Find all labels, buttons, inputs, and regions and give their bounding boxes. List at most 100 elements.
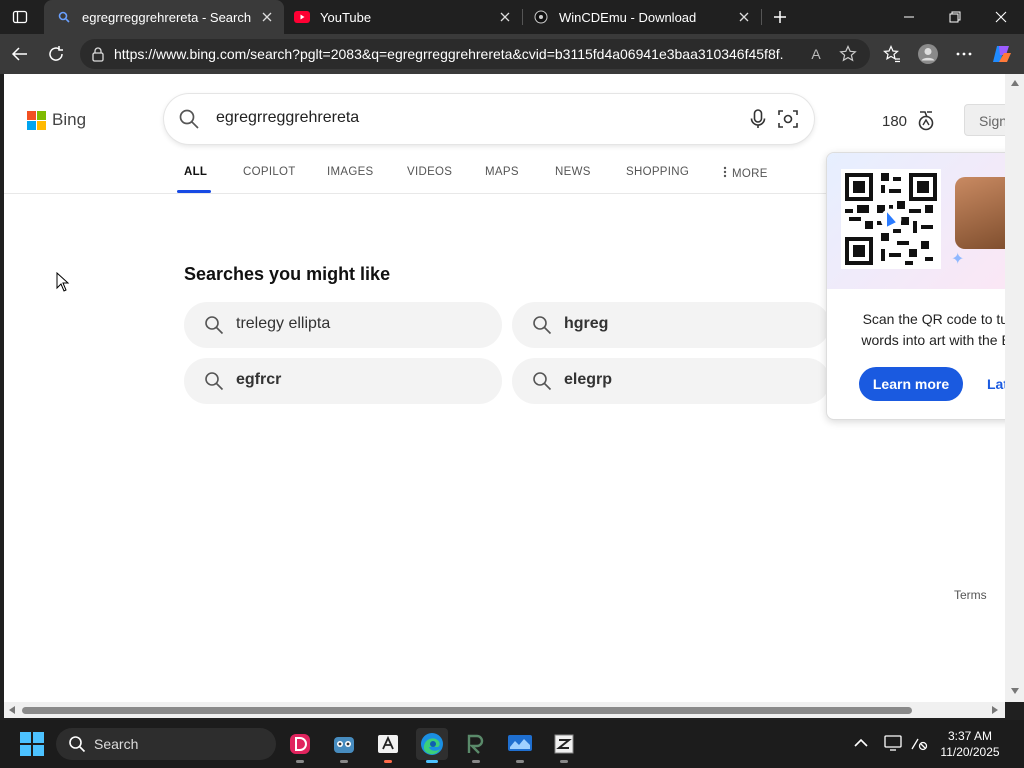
taskbar-app-davinci[interactable] xyxy=(284,728,316,763)
taskbar-app-r[interactable] xyxy=(460,728,492,763)
learn-more-button[interactable]: Learn more xyxy=(859,367,963,401)
tab-bing-search[interactable]: egregrreggrehrereta - Search xyxy=(44,0,284,34)
scope-news[interactable]: NEWS xyxy=(555,166,591,178)
new-tab-button[interactable] xyxy=(769,6,791,28)
rewards-button[interactable]: 180 xyxy=(882,110,937,132)
scope-all[interactable]: ALL xyxy=(184,166,207,178)
read-aloud-icon: A xyxy=(811,46,821,62)
taskbar-app-winrar[interactable] xyxy=(548,728,580,763)
search-icon xyxy=(205,316,224,335)
app-indicator xyxy=(296,760,304,763)
qr-promo-description: Scan the QR code to turr words into art … xyxy=(845,309,1005,351)
close-tab-button[interactable] xyxy=(735,8,753,26)
might-like-heading: Searches you might like xyxy=(184,264,391,284)
network-off-icon xyxy=(911,738,928,751)
scope-images[interactable]: IMAGES xyxy=(327,166,374,178)
search-icon xyxy=(69,736,86,753)
system-clock[interactable]: 3:37 AM 11/20/2025 xyxy=(930,728,1010,760)
sparkle-icon: ✦ xyxy=(951,251,965,268)
tab-title: egregrreggrehrereta - Search xyxy=(82,9,252,25)
rewards-points: 180 xyxy=(882,112,908,130)
address-bar[interactable]: https://www.bing.com/search?pglt=2083&q=… xyxy=(80,39,870,69)
copilot-button[interactable] xyxy=(990,42,1014,66)
horizontal-scrollbar[interactable] xyxy=(4,702,1005,718)
suggestion-text: hgreg xyxy=(564,315,609,332)
read-aloud-button[interactable]: A xyxy=(806,44,826,64)
more-dots-icon xyxy=(956,52,972,56)
terms-link[interactable]: Terms xyxy=(954,588,987,602)
scope-shopping[interactable]: SHOPPING xyxy=(626,166,689,178)
suggestion-text: elegrp xyxy=(564,371,613,388)
taskbar-app-godot[interactable] xyxy=(328,728,360,763)
scope-videos[interactable]: VIDEOS xyxy=(407,166,452,178)
tray-device-button[interactable] xyxy=(882,732,904,754)
suggestion-chip[interactable]: elegrp xyxy=(512,358,830,404)
scroll-left-icon[interactable] xyxy=(7,705,17,715)
minimize-button[interactable] xyxy=(886,0,932,34)
edge-icon xyxy=(421,733,443,755)
search-icon xyxy=(205,372,224,391)
tray-network-button[interactable] xyxy=(908,732,930,754)
windows-logo-icon xyxy=(20,745,31,756)
tab-actions-button[interactable] xyxy=(8,6,32,28)
visual-search-icon[interactable] xyxy=(776,107,800,131)
suggestion-text: egfrcr xyxy=(236,371,282,388)
tab-actions-icon xyxy=(12,10,28,24)
back-button[interactable] xyxy=(8,42,32,66)
microphone-icon[interactable] xyxy=(746,107,770,131)
display-icon xyxy=(884,735,902,751)
close-window-button[interactable] xyxy=(978,0,1024,34)
app-indicator xyxy=(516,760,524,763)
app-indicator xyxy=(472,760,480,763)
close-tab-button[interactable] xyxy=(496,8,514,26)
plus-icon xyxy=(774,11,786,23)
favorite-star-button[interactable] xyxy=(838,44,858,64)
url-text[interactable]: https://www.bing.com/search?pglt=2083&q=… xyxy=(114,46,784,62)
search-input[interactable]: egregrreggrehrereta xyxy=(216,109,359,127)
qr-code-icon xyxy=(841,169,941,269)
bing-logo[interactable]: Bing xyxy=(27,110,86,130)
taskbar-app-font-viewer[interactable] xyxy=(372,728,404,763)
star-icon xyxy=(839,45,857,62)
scroll-up-icon[interactable] xyxy=(1010,78,1020,88)
later-button[interactable]: Lat xyxy=(987,376,1005,392)
search-box[interactable]: egregrreggrehrereta xyxy=(164,94,814,144)
app-icon xyxy=(508,735,532,751)
search-icon xyxy=(533,316,552,335)
tab-youtube[interactable]: YouTube xyxy=(282,0,522,34)
taskbar-app-monitor[interactable] xyxy=(504,728,536,763)
restore-icon xyxy=(949,11,961,23)
suggestion-chip[interactable]: hgreg xyxy=(512,302,830,348)
browser-toolbar: https://www.bing.com/search?pglt=2083&q=… xyxy=(0,34,1024,74)
app-indicator xyxy=(426,760,438,763)
show-hidden-icons-button[interactable] xyxy=(850,732,872,754)
sign-in-button[interactable]: Sign xyxy=(964,104,1005,136)
taskbar-search[interactable]: Search xyxy=(56,728,276,760)
scope-more[interactable]: MORE xyxy=(722,166,768,180)
close-tab-button[interactable] xyxy=(258,8,276,26)
suggestion-chip[interactable]: egfrcr xyxy=(184,358,502,404)
vertical-scrollbar[interactable] xyxy=(1005,74,1024,702)
favorites-button[interactable] xyxy=(880,42,904,66)
tab-title: WinCDEmu - Download xyxy=(559,9,697,25)
scroll-down-icon[interactable] xyxy=(1010,686,1020,696)
windows-logo-icon xyxy=(20,732,31,743)
close-icon xyxy=(262,12,272,22)
refresh-button[interactable] xyxy=(44,42,68,66)
qr-promo-card: ✦ Scan the QR code to turr words into ar… xyxy=(826,152,1005,420)
settings-menu-button[interactable] xyxy=(952,42,976,66)
scrollbar-thumb[interactable] xyxy=(22,707,912,714)
restore-button[interactable] xyxy=(932,0,978,34)
more-vertical-icon xyxy=(723,166,727,178)
start-button[interactable] xyxy=(20,732,44,756)
avatar-icon xyxy=(918,44,938,64)
scope-copilot[interactable]: COPILOT xyxy=(243,166,296,178)
tab-wincdemu[interactable]: WinCDEmu - Download xyxy=(521,0,761,34)
windows-logo-icon xyxy=(33,745,44,756)
scope-more-label: MORE xyxy=(732,168,768,180)
taskbar-app-edge[interactable] xyxy=(416,728,448,763)
suggestion-chip[interactable]: trelegy ellipta xyxy=(184,302,502,348)
profile-button[interactable] xyxy=(916,42,940,66)
scope-maps[interactable]: MAPS xyxy=(485,166,519,178)
scroll-right-icon[interactable] xyxy=(990,705,1000,715)
